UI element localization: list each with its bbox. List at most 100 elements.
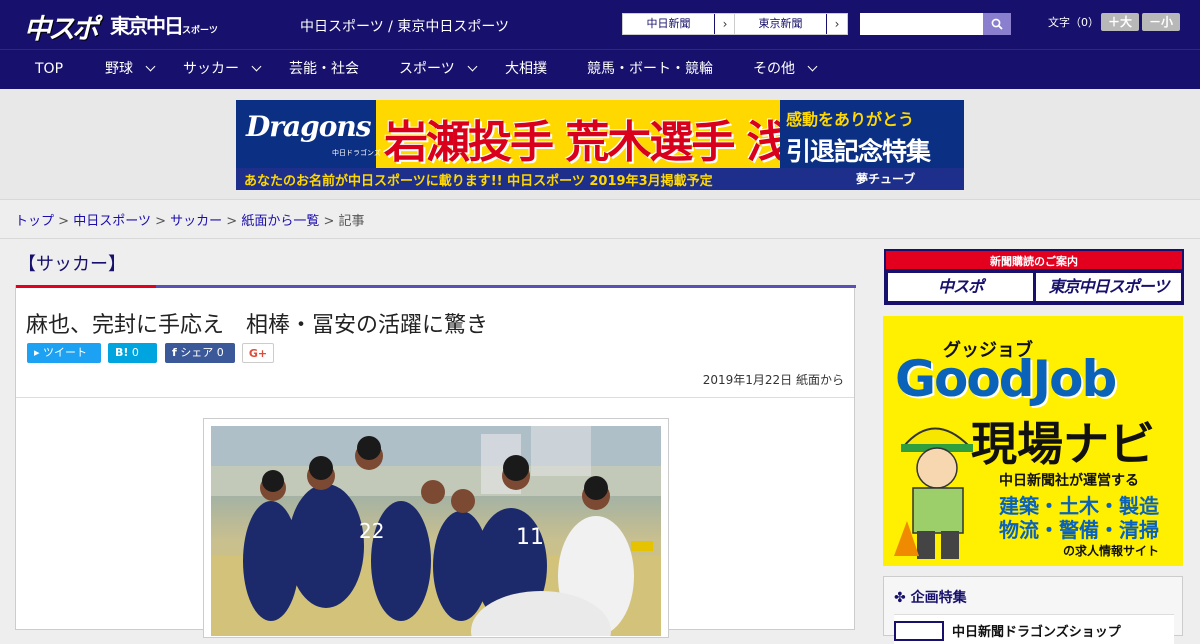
goodjob-ad[interactable]: グッジョブ GoodJob 現場ナビ 中日新聞社が運営する 建築・土木・製造 物…: [883, 316, 1183, 566]
breadcrumb-chunichi-sports[interactable]: 中日スポーツ: [73, 214, 151, 229]
goodjob-tagline: の求人情報サイト: [1063, 544, 1160, 558]
article-photo-frame: 22 11: [203, 418, 669, 638]
article-accent-red: [16, 285, 156, 288]
goodjob-jobs-line2: 物流・警備・清掃: [999, 518, 1159, 542]
chevron-down-icon: [807, 61, 818, 72]
tokyo-logo-text: 東京中日: [110, 14, 184, 38]
search-button[interactable]: [983, 13, 1011, 35]
tokyo-shimbun-link[interactable]: 東京新聞 ›: [734, 13, 848, 35]
subscribe-tokyo-link[interactable]: 東京中日スポーツ: [1036, 273, 1181, 301]
nav-label: サッカー: [183, 61, 239, 77]
hatena-icon: B!: [115, 346, 129, 359]
nav-label: 芸能・社会: [289, 61, 359, 77]
nav-entertainment[interactable]: 芸能・社会: [289, 50, 359, 89]
hatena-bookmark-button[interactable]: B! 0: [108, 343, 157, 363]
font-size-label: 文字（0）: [1048, 16, 1099, 29]
article-headline: 麻也、完封に手応え 相棒・冨安の活躍に驚き: [26, 313, 489, 338]
breadcrumb-separator: >: [155, 214, 166, 229]
nav-soccer[interactable]: サッカー: [183, 50, 262, 89]
tweet-button[interactable]: ▸ ツイート: [27, 343, 101, 363]
publish-date: 2019年1月22日 紙面から: [702, 373, 844, 387]
chunichi-shimbun-link[interactable]: 中日新聞 ›: [622, 13, 736, 35]
chevron-right-icon: ›: [834, 17, 840, 31]
nav-label: TOP: [35, 61, 64, 77]
subscription-box: 新聞購読のご案内 中スポ 東京中日スポーツ: [884, 249, 1184, 305]
goodjob-title: GoodJob: [895, 350, 1117, 408]
nav-racing[interactable]: 競馬・ボート・競輪: [587, 50, 713, 89]
google-plus-button[interactable]: G+: [242, 343, 274, 363]
hatena-count: 0: [131, 346, 139, 359]
breadcrumb-separator: >: [323, 214, 335, 229]
nav-label: 競馬・ボート・競輪: [587, 61, 713, 77]
svg-text:11: 11: [516, 525, 544, 550]
breadcrumb: トップ > 中日スポーツ > サッカー > 紙面から一覧 > 記事: [15, 210, 365, 229]
facebook-icon: f: [172, 346, 177, 359]
construction-worker-icon: [894, 427, 973, 559]
feature-title-text: 企画特集: [910, 590, 967, 606]
breadcrumb-separator: >: [226, 214, 238, 229]
banner-bottom-text: あなたのお名前が中日スポーツに載ります!! 中日スポーツ 2019年3月掲載予定: [244, 174, 713, 189]
banner-thanks: 感動をありがとう: [786, 110, 915, 129]
twitter-icon: ▸: [34, 346, 40, 359]
chuspo-logo[interactable]: 中スポ: [24, 7, 102, 45]
dragons-retirement-banner[interactable]: Dragons 中日ドラゴンズ 岩瀬投手 荒木選手 浅尾投手 感動をありがとう …: [236, 100, 964, 190]
article-accent-blue: [156, 285, 856, 288]
article-divider: [16, 397, 854, 398]
chevron-down-icon: [251, 61, 262, 72]
article-card: 麻也、完封に手応え 相棒・冨安の活躍に驚き ▸ ツイート B! 0 f シェア …: [15, 285, 856, 638]
dragons-logo: Dragons: [246, 110, 372, 143]
chunichi-shimbun-label: 中日新聞: [623, 14, 715, 34]
nav-label: 大相撲: [505, 61, 547, 77]
breadcrumb-current: 記事: [338, 214, 365, 229]
nav-baseball[interactable]: 野球: [105, 50, 156, 89]
feature-item[interactable]: 中日新聞ドラゴンズショップ: [894, 614, 1174, 644]
chevron-down-icon: [467, 61, 478, 72]
nav-label: 野球: [105, 61, 133, 77]
ribbon-icon: ✤: [894, 590, 911, 606]
nav-sumo[interactable]: 大相撲: [505, 50, 547, 89]
feature-box: ✤ 企画特集 中日新聞ドラゴンズショップ: [883, 576, 1183, 644]
google-plus-icon: G+: [248, 347, 268, 360]
banner-special: 引退記念特集: [786, 137, 931, 166]
goodjob-operator: 中日新聞社が運営する: [999, 473, 1139, 489]
nav-sports[interactable]: スポーツ: [399, 50, 478, 89]
nav-top[interactable]: TOP: [35, 50, 63, 89]
svg-text:22: 22: [359, 519, 384, 543]
article-photo[interactable]: 22 11: [211, 426, 661, 636]
subscription-title: 新聞購読のご案内: [990, 255, 1078, 268]
search-input[interactable]: [860, 13, 983, 35]
feature-item-thumbnail: [894, 621, 944, 641]
tweet-label: ツイート: [43, 346, 88, 359]
soccer-players-illustration: 22 11: [211, 426, 661, 636]
search-icon: [991, 18, 1003, 30]
banner-area: Dragons 中日ドラゴンズ 岩瀬投手 荒木選手 浅尾投手 感動をありがとう …: [0, 89, 1200, 200]
feature-title: ✤ 企画特集: [894, 587, 967, 607]
chevron-right-icon: ›: [722, 17, 728, 31]
facebook-share-label: シェア: [180, 346, 214, 359]
facebook-share-button[interactable]: f シェア 0: [165, 343, 235, 363]
chevron-down-icon: [145, 61, 156, 72]
breadcrumb-soccer[interactable]: サッカー: [170, 214, 222, 229]
font-larger-button[interactable]: ＋大: [1101, 13, 1139, 31]
main-nav: TOP 野球 サッカー 芸能・社会 スポーツ 大相撲 競馬・ボート・競輪 その他: [0, 49, 1200, 89]
feature-item-label: 中日新聞ドラゴンズショップ: [952, 625, 1121, 640]
nav-label: その他: [753, 61, 795, 77]
dragons-logo-sub: 中日ドラゴンズ: [332, 149, 381, 157]
tokyo-logo-sub: スポーツ: [182, 26, 218, 36]
facebook-count: 0: [216, 346, 224, 359]
tokyo-shimbun-label: 東京新聞: [735, 14, 827, 34]
header-bar: 中スポ 東京中日スポーツ 中日スポーツ / 東京中日スポーツ 中日新聞 › 東京…: [0, 0, 1200, 49]
font-smaller-button[interactable]: －小: [1142, 13, 1180, 31]
breadcrumb-top[interactable]: トップ: [15, 214, 54, 229]
nav-other[interactable]: その他: [753, 50, 818, 89]
site-names: 中日スポーツ / 東京中日スポーツ: [300, 19, 510, 35]
breadcrumb-divider: [0, 238, 1200, 239]
breadcrumb-separator: >: [58, 214, 70, 229]
goodjob-subtitle: 現場ナビ: [971, 417, 1155, 471]
breadcrumb-paper-list[interactable]: 紙面から一覧: [241, 214, 319, 229]
nav-label: スポーツ: [399, 61, 455, 77]
yume-tube-logo: 夢チューブ: [856, 172, 916, 186]
subscribe-chuspo-link[interactable]: 中スポ: [888, 273, 1033, 301]
article-category: 【サッカー】: [18, 254, 126, 275]
tokyo-chunichi-logo[interactable]: 東京中日スポーツ: [110, 10, 218, 40]
